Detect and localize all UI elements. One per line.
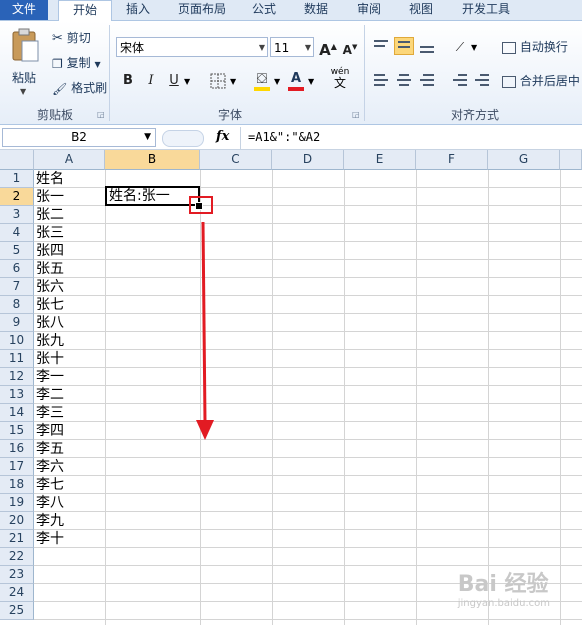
watermark: Bai 经验 jingyan.baidu.com — [458, 566, 550, 609]
watermark-text: Bai 经验 — [457, 572, 549, 597]
drag-down-arrow — [196, 221, 214, 440]
watermark-subtext: jingyan.baidu.com — [457, 598, 550, 609]
